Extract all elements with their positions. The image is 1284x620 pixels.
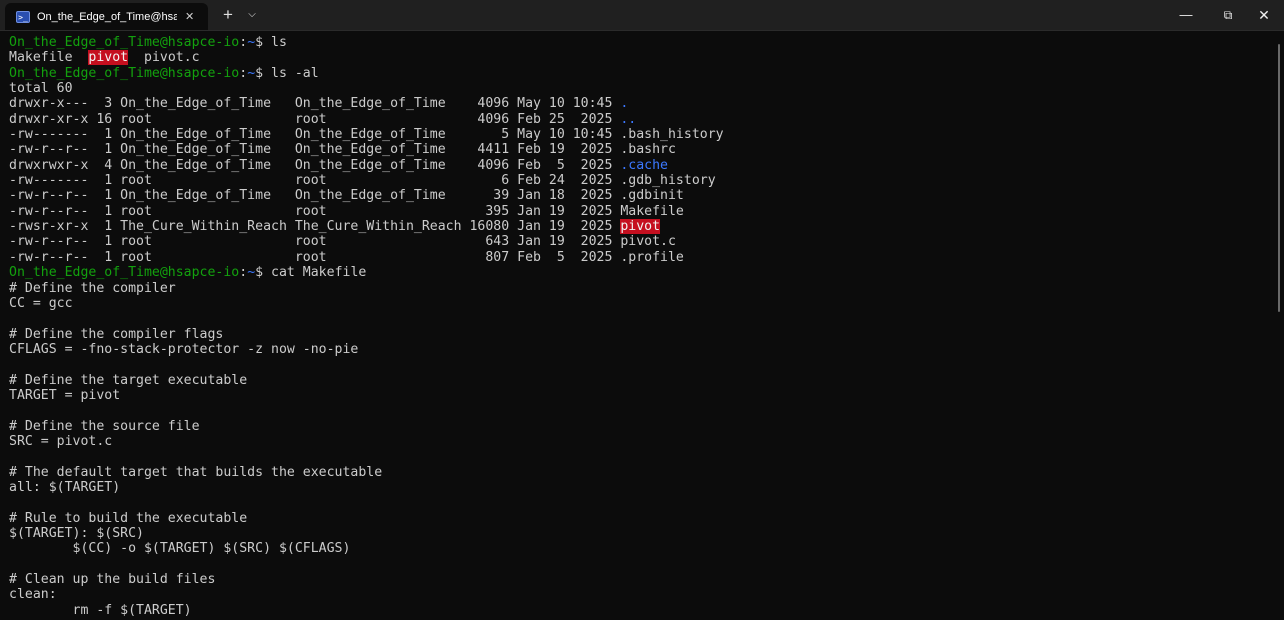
makefile-line <box>9 495 1271 510</box>
makefile-line: # Define the compiler <box>9 280 176 296</box>
terminal-window: >_ On_the_Edge_of_Time@hsapce-io: ~ ✕ + … <box>0 0 1284 620</box>
listing-row-name: .gdb_history <box>620 173 716 189</box>
makefile-line: # The default target that builds the exe… <box>9 464 383 480</box>
listing-row: -rw-r--r-- 1 On_the_Edge_of_Time On_the_… <box>9 142 1271 157</box>
prompt-path: ~ <box>247 35 256 50</box>
prompt-line: On_the_Edge_of_Time@hsapce-io:~$ cat Mak… <box>9 265 367 281</box>
listing-row-name: Makefile <box>620 203 684 219</box>
command-text: cat Makefile <box>271 265 367 281</box>
makefile-line: rm -f $(TARGET) <box>9 602 192 618</box>
listing-row-name: .gdbinit <box>620 188 684 204</box>
listing-row-meta: -rw------- 1 root root 6 Feb 24 2025 <box>9 173 621 189</box>
file-name: pivot.c <box>144 50 200 66</box>
makefile-line: clean: <box>9 587 57 603</box>
ls-output-line: Makefile pivot pivot.c <box>9 50 1271 66</box>
makefile-line <box>9 311 1271 326</box>
listing-row: -rw-r--r-- 1 On_the_Edge_of_Time On_the_… <box>9 188 1271 203</box>
prompt-user-host: On_the_Edge_of_Time@hsapce-io <box>9 65 240 81</box>
listing-row: -rw-r--r-- 1 root root 807 Feb 5 2025 .p… <box>9 250 1271 265</box>
listing-row-meta: -rwsr-xr-x 1 The_Cure_Within_Reach The_C… <box>9 219 621 235</box>
tab-title: On_the_Edge_of_Time@hsapce-io: ~ <box>37 10 177 23</box>
listing-row-name: pivot.c <box>620 234 676 250</box>
listing-row-meta: drwxr-xr-x 16 root root 4096 Feb 25 2025 <box>9 111 621 127</box>
listing-row-name: . <box>620 96 629 112</box>
vertical-scrollbar[interactable] <box>1278 44 1280 312</box>
listing-row: -rw------- 1 On_the_Edge_of_Time On_the_… <box>9 127 1271 142</box>
prompt-path: ~ <box>247 65 256 81</box>
tab-dropdown-chevron-down-icon[interactable]: ⌵ <box>244 5 260 25</box>
listing-row: -rw-r--r-- 1 root root 643 Jan 19 2025 p… <box>9 234 1271 249</box>
makefile-line: $(TARGET): $(SRC) <box>9 526 144 541</box>
listing-row-meta: -rw-r--r-- 1 root root 395 Jan 19 2025 <box>9 203 621 219</box>
listing-row: -rw------- 1 root root 6 Feb 24 2025 .gd… <box>9 173 1271 188</box>
makefile-line: CC = gcc <box>9 295 73 311</box>
makefile-contents: # Define the compiler CC = gcc # Define … <box>9 281 1271 619</box>
file-name: Makefile <box>9 50 73 66</box>
command-text: ls <box>271 35 287 50</box>
setuid-file-name: pivot <box>620 219 661 235</box>
listing-row-meta: -rw------- 1 On_the_Edge_of_Time On_the_… <box>9 127 621 143</box>
tab-close-icon[interactable]: ✕ <box>185 10 194 23</box>
listing-row: drwxr-xr-x 16 root root 4096 Feb 25 2025… <box>9 112 1271 127</box>
minimize-button[interactable]: — <box>1164 0 1208 30</box>
makefile-line <box>9 449 1271 464</box>
makefile-line: all: $(TARGET) <box>9 479 121 495</box>
makefile-line: # Rule to build the executable <box>9 510 248 526</box>
prompt-line: On_the_Edge_of_Time@hsapce-io:~$ ls -al <box>9 65 319 81</box>
makefile-line: TARGET = pivot <box>9 387 121 403</box>
listing-row-name: .bash_history <box>620 127 724 143</box>
makefile-line: # Clean up the build files <box>9 572 216 588</box>
prompt-user-host: On_the_Edge_of_Time@hsapce-io <box>9 265 240 281</box>
makefile-line <box>9 357 1271 372</box>
new-tab-button[interactable]: + <box>220 5 236 25</box>
makefile-line: # Define the compiler flags <box>9 326 224 342</box>
makefile-line <box>9 557 1271 572</box>
makefile-line: SRC = pivot.c <box>9 433 113 449</box>
makefile-line: # Define the source file <box>9 418 200 434</box>
setuid-file-name: pivot <box>88 50 129 66</box>
listing-row-meta: -rw-r--r-- 1 root root 643 Jan 19 2025 <box>9 234 621 250</box>
title-bar: >_ On_the_Edge_of_Time@hsapce-io: ~ ✕ + … <box>0 0 1284 31</box>
prompt-path: ~ <box>247 265 256 281</box>
listing-row: -rw-r--r-- 1 root root 395 Jan 19 2025 M… <box>9 204 1271 219</box>
listing-row-meta: -rw-r--r-- 1 On_the_Edge_of_Time On_the_… <box>9 188 621 204</box>
makefile-line: # Define the target executable <box>9 372 248 388</box>
listing-row-meta: drwxr-x--- 3 On_the_Edge_of_Time On_the_… <box>9 96 621 112</box>
listing-row-meta: drwxrwxr-x 4 On_the_Edge_of_Time On_the_… <box>9 157 621 173</box>
powershell-icon: >_ <box>16 10 30 23</box>
listing-row-meta: -rw-r--r-- 1 root root 807 Feb 5 2025 <box>9 249 621 265</box>
makefile-line: $(CC) -o $(TARGET) $(SRC) $(CFLAGS) <box>9 541 351 557</box>
terminal-output[interactable]: On_the_Edge_of_Time@hsapce-io:~$ ls Make… <box>9 35 1271 620</box>
listing-row: -rwsr-xr-x 1 The_Cure_Within_Reach The_C… <box>9 219 1271 235</box>
makefile-line: CFLAGS = -fno-stack-protector -z now -no… <box>9 341 359 357</box>
ls-listing: drwxr-x--- 3 On_the_Edge_of_Time On_the_… <box>9 96 1271 265</box>
listing-row-name: .cache <box>620 157 668 173</box>
ls-total-line: total 60 <box>9 81 73 97</box>
listing-row-name: .profile <box>620 249 684 265</box>
listing-row: drwxr-x--- 3 On_the_Edge_of_Time On_the_… <box>9 96 1271 111</box>
listing-row-name: .. <box>620 111 637 127</box>
close-window-button[interactable]: ✕ <box>1242 0 1284 30</box>
makefile-line <box>9 403 1271 418</box>
listing-row-name: .bashrc <box>620 142 676 158</box>
tab-terminal[interactable]: >_ On_the_Edge_of_Time@hsapce-io: ~ ✕ <box>5 3 208 30</box>
command-text: ls -al <box>271 65 319 81</box>
listing-row: drwxrwxr-x 4 On_the_Edge_of_Time On_the_… <box>9 158 1271 173</box>
prompt-user-host: On_the_Edge_of_Time@hsapce-io <box>9 35 240 50</box>
listing-row-meta: -rw-r--r-- 1 On_the_Edge_of_Time On_the_… <box>9 142 621 158</box>
prompt-line: On_the_Edge_of_Time@hsapce-io:~$ ls <box>9 35 287 50</box>
